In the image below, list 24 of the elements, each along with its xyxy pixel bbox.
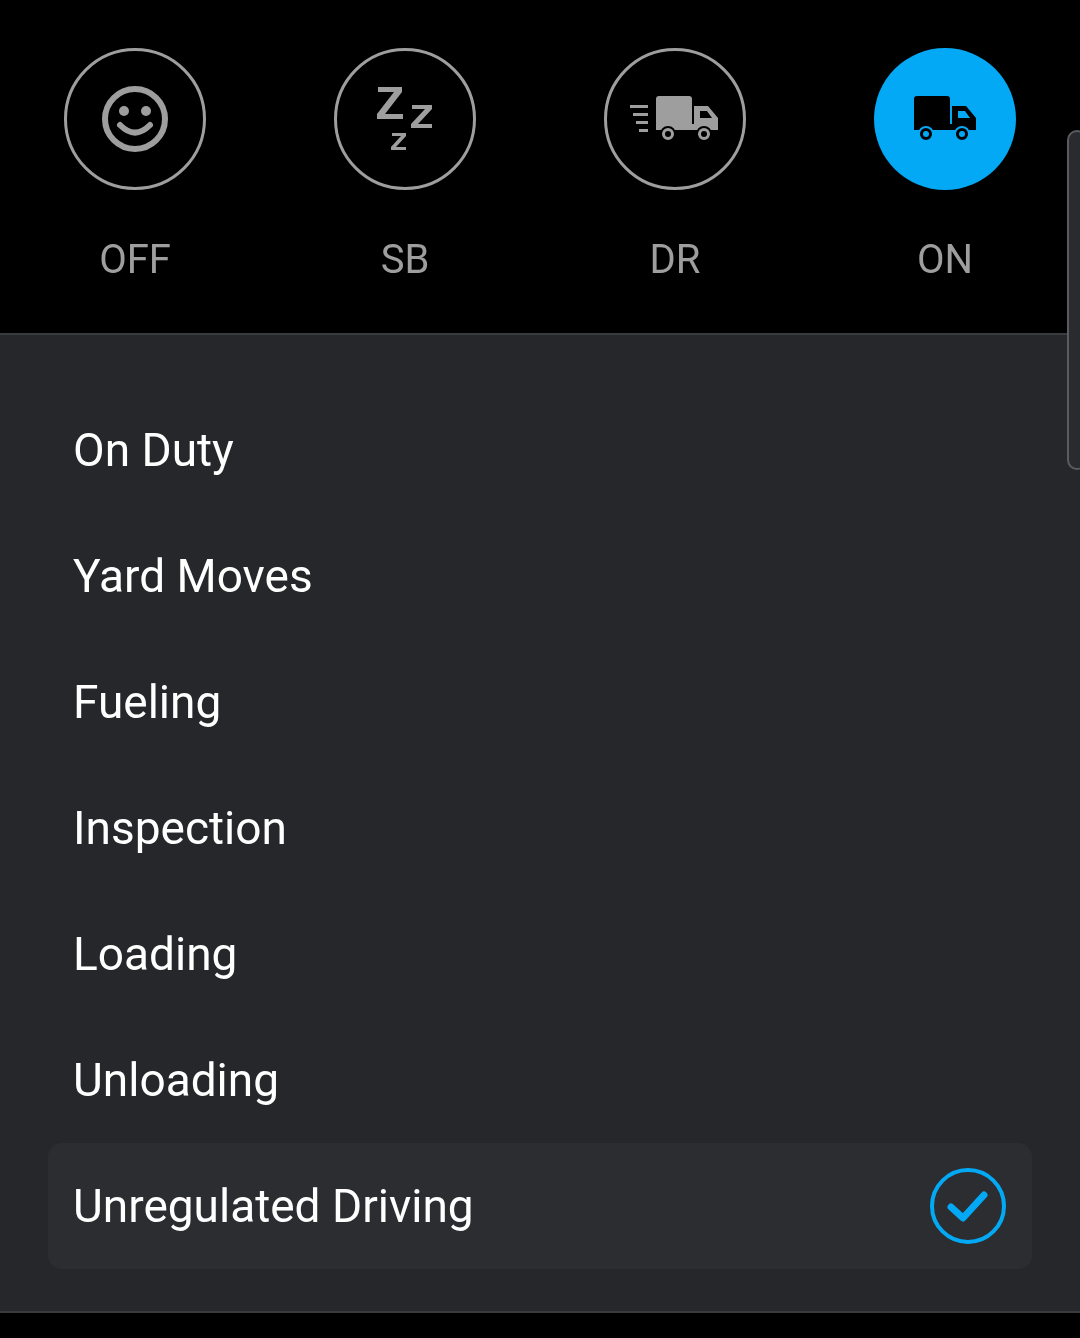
option-item[interactable]: On Duty (48, 387, 1032, 513)
option-item[interactable]: Fueling (48, 639, 1032, 765)
status-label: OFF (99, 236, 171, 284)
status-label: DR (649, 236, 701, 284)
option-label: Unloading (73, 1051, 280, 1109)
option-item[interactable]: Unloading (48, 1017, 1032, 1143)
option-label: Inspection (73, 799, 287, 857)
status-label: ON (916, 236, 974, 284)
option-item[interactable]: Loading (48, 891, 1032, 1017)
option-item[interactable]: Yard Moves (48, 513, 1032, 639)
status-label: SB (380, 236, 430, 284)
smiley-icon (100, 84, 170, 154)
check-circle-icon (929, 1167, 1007, 1245)
option-label: Unregulated Driving (73, 1177, 474, 1235)
status-button[interactable] (334, 48, 476, 190)
status-button[interactable] (64, 48, 206, 190)
status-button[interactable] (604, 48, 746, 190)
speed-lines-icon (630, 104, 650, 134)
option-item[interactable]: Inspection (48, 765, 1032, 891)
option-label: Fueling (73, 673, 222, 731)
option-label: On Duty (73, 421, 234, 479)
option-label: Loading (73, 925, 238, 983)
option-item[interactable]: Unregulated Driving (48, 1143, 1032, 1269)
option-label: Yard Moves (73, 547, 313, 605)
